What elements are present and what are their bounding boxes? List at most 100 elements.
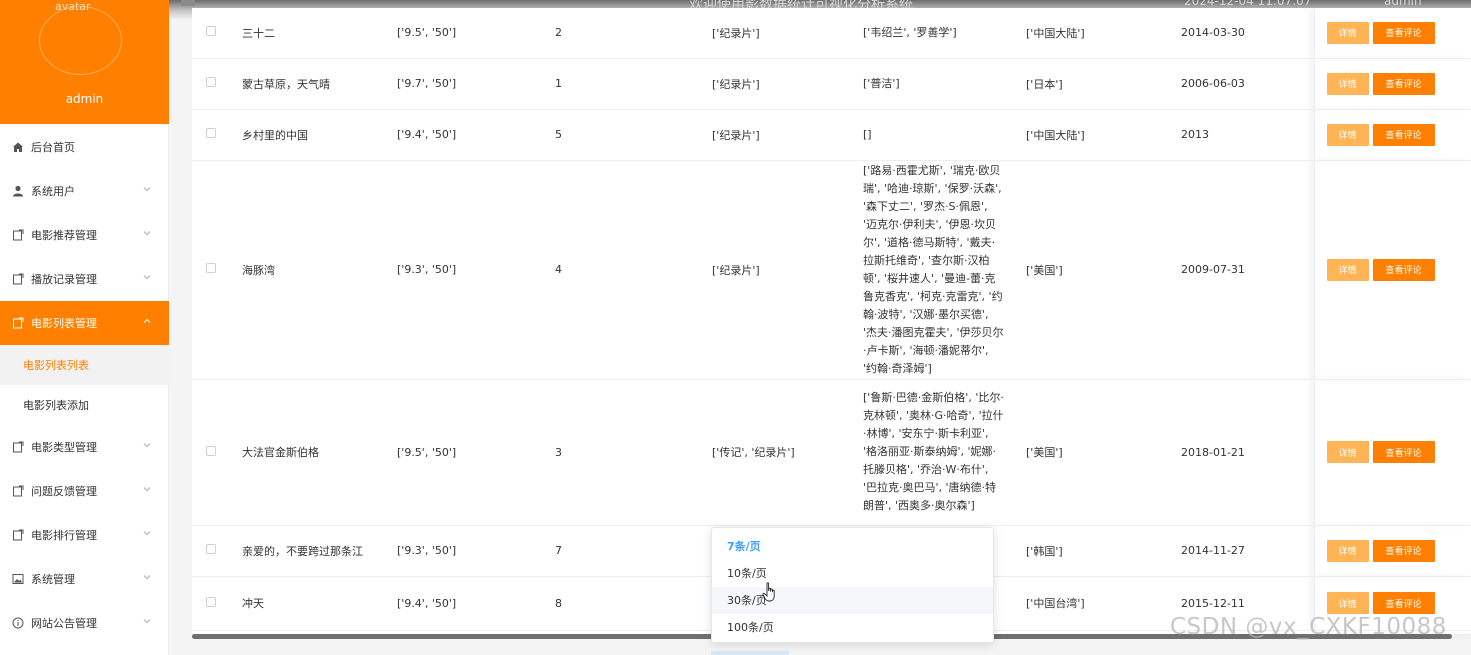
- username: admin: [65, 92, 104, 106]
- sidebar-item-movie-types[interactable]: 电影类型管理: [0, 425, 169, 469]
- sidebar-item-feedback[interactable]: 问题反馈管理: [0, 469, 169, 513]
- view-reviews-button[interactable]: 查看评论: [1372, 441, 1435, 463]
- page-size-option[interactable]: 100条/页: [712, 614, 993, 641]
- sidebar-item-movie-ranking[interactable]: 电影排行管理: [0, 513, 169, 557]
- movie-name-cell: 蒙古草原，天气晴: [230, 58, 388, 110]
- movie-name-cell: 海豚湾: [230, 160, 388, 380]
- avatar[interactable]: [39, 6, 122, 75]
- detail-button[interactable]: 详情: [1326, 592, 1369, 614]
- movie-number-cell: 2: [545, 8, 700, 59]
- sidebar-item-label: 电影排行管理: [31, 529, 97, 542]
- movie-region-cell: ['美国']: [1015, 379, 1172, 526]
- table-row: 蒙古草原，天气晴 ['9.7', '50'] 1 ['纪录片'] ['普洁'] ['日本'…: [192, 58, 1471, 110]
- menu-toggle-icon[interactable]: [181, 0, 195, 6]
- sidebar-item-movie-list[interactable]: 电影列表管理: [0, 301, 169, 345]
- page-size-option[interactable]: 10条/页: [712, 560, 993, 587]
- row-actions-cell: 详情 查看评论: [1313, 58, 1471, 110]
- movie-name-cell: 亲爱的，不要跨过那条江: [230, 525, 388, 577]
- movie-number-cell: 3: [545, 379, 700, 526]
- view-reviews-button[interactable]: 查看评论: [1372, 123, 1435, 146]
- movie-actors-cell: ['鲁斯·巴德·金斯伯格', '比尔·克林顿', '奥林·G·哈奇', '拉什·…: [858, 379, 1015, 526]
- watermark: CSDN @vx_CXKF10088: [1170, 614, 1447, 640]
- row-checkbox[interactable]: [206, 596, 216, 607]
- sidebar-item-home[interactable]: 后台首页: [0, 125, 169, 169]
- avatar-label: avatar: [55, 0, 91, 13]
- detail-button[interactable]: 详情: [1326, 441, 1369, 463]
- doc-icon: [11, 485, 24, 498]
- home-icon: [11, 141, 24, 154]
- movie-type-cell: ['纪录片']: [700, 160, 858, 380]
- chevron-down-icon: [143, 275, 151, 280]
- movie-region-cell: ['中国大陆']: [1015, 8, 1172, 59]
- sidebar-subitem-movie-list-add[interactable]: 电影列表添加: [0, 385, 169, 425]
- view-reviews-button[interactable]: 查看评论: [1372, 21, 1435, 44]
- header-user[interactable]: admin: [1384, 0, 1422, 8]
- row-checkbox-cell: [192, 576, 230, 631]
- row-actions-cell: 详情 查看评论: [1313, 109, 1471, 161]
- sidebar-item-system-management[interactable]: 系统管理: [0, 557, 169, 601]
- movie-score-cell: ['9.3', '50']: [388, 160, 545, 380]
- table-row: 海豚湾 ['9.3', '50'] 4 ['纪录片'] ['路易·西霍尤斯', '瑞克·…: [192, 160, 1471, 380]
- view-reviews-button[interactable]: 查看评论: [1372, 258, 1435, 281]
- row-checkbox[interactable]: [206, 128, 216, 138]
- row-checkbox[interactable]: [206, 26, 216, 37]
- sidebar: avatar admin 后台首页 系统用户 电影推荐管理 播放记录管理 电影列…: [0, 0, 169, 655]
- movie-name-cell: 大法官金斯伯格: [230, 379, 388, 526]
- row-checkbox-cell: [192, 58, 230, 110]
- user-icon: [11, 185, 24, 198]
- movie-type-cell: ['纪录片']: [700, 58, 858, 110]
- movie-date-cell: 2018-01-21: [1172, 379, 1314, 526]
- movie-actors-cell: ['普洁']: [858, 58, 1015, 110]
- page-size-option[interactable]: 30条/页: [712, 587, 993, 614]
- movie-region-cell: ['日本']: [1015, 58, 1172, 110]
- sidebar-item-label: 系统用户: [31, 185, 75, 198]
- sidebar-item-play-records[interactable]: 播放记录管理: [0, 257, 169, 301]
- view-reviews-button[interactable]: 查看评论: [1372, 539, 1435, 562]
- header-time: 2024-12-04 11:07:07: [1184, 0, 1312, 8]
- chevron-down-icon: [143, 443, 151, 448]
- row-checkbox[interactable]: [206, 445, 216, 456]
- sidebar-item-label: 电影推荐管理: [31, 229, 97, 242]
- movie-region-cell: ['韩国']: [1015, 525, 1172, 577]
- doc-icon: [11, 229, 24, 242]
- movie-score-cell: ['9.7', '50']: [388, 58, 545, 110]
- movie-region-cell: ['美国']: [1015, 160, 1172, 380]
- row-checkbox-cell: [192, 109, 230, 161]
- sidebar-item-system-users[interactable]: 系统用户: [0, 169, 169, 213]
- view-reviews-button[interactable]: 查看评论: [1372, 72, 1435, 95]
- movie-score-cell: ['9.5', '50']: [388, 8, 545, 59]
- view-reviews-button[interactable]: 查看评论: [1372, 592, 1435, 614]
- sidebar-subitem-movie-list-list[interactable]: 电影列表列表: [0, 345, 169, 385]
- detail-button[interactable]: 详情: [1326, 21, 1369, 44]
- row-checkbox-cell: [192, 525, 230, 577]
- sidebar-item-label: 问题反馈管理: [31, 485, 97, 498]
- detail-button[interactable]: 详情: [1326, 72, 1369, 95]
- chevron-up-icon: [143, 318, 151, 323]
- movie-date-cell: 2006-06-03: [1172, 58, 1314, 110]
- movie-score-cell: ['9.3', '50']: [388, 525, 545, 577]
- row-checkbox[interactable]: [206, 544, 216, 554]
- chevron-down-icon: [143, 531, 151, 536]
- detail-button[interactable]: 详情: [1326, 123, 1369, 146]
- chevron-down-icon: [143, 619, 151, 624]
- doc-icon: [11, 273, 24, 286]
- movie-name-cell: 三十二: [230, 8, 388, 59]
- sidebar-item-movie-recommend[interactable]: 电影推荐管理: [0, 213, 169, 257]
- detail-button[interactable]: 详情: [1326, 258, 1369, 281]
- movie-number-cell: 1: [545, 58, 700, 110]
- page-size-option[interactable]: 7条/页: [712, 533, 993, 560]
- page-size-select[interactable]: [711, 651, 789, 655]
- movie-score-cell: ['9.4', '50']: [388, 576, 545, 631]
- chevron-down-icon: [143, 487, 151, 492]
- sidebar-item-label: 系统管理: [31, 573, 75, 586]
- detail-button[interactable]: 详情: [1326, 539, 1369, 562]
- row-checkbox-cell: [192, 8, 230, 59]
- row-checkbox[interactable]: [206, 263, 216, 273]
- row-checkbox[interactable]: [206, 77, 216, 87]
- info-icon: [11, 617, 24, 630]
- table-row: 三十二 ['9.5', '50'] 2 ['纪录片'] ['韦绍兰', '罗善学'] ['…: [192, 8, 1471, 59]
- doc-icon: [11, 529, 24, 542]
- sidebar-item-announcements[interactable]: 网站公告管理: [0, 601, 169, 645]
- movie-date-cell: 2014-03-30: [1172, 8, 1314, 59]
- chevron-down-icon: [143, 187, 151, 192]
